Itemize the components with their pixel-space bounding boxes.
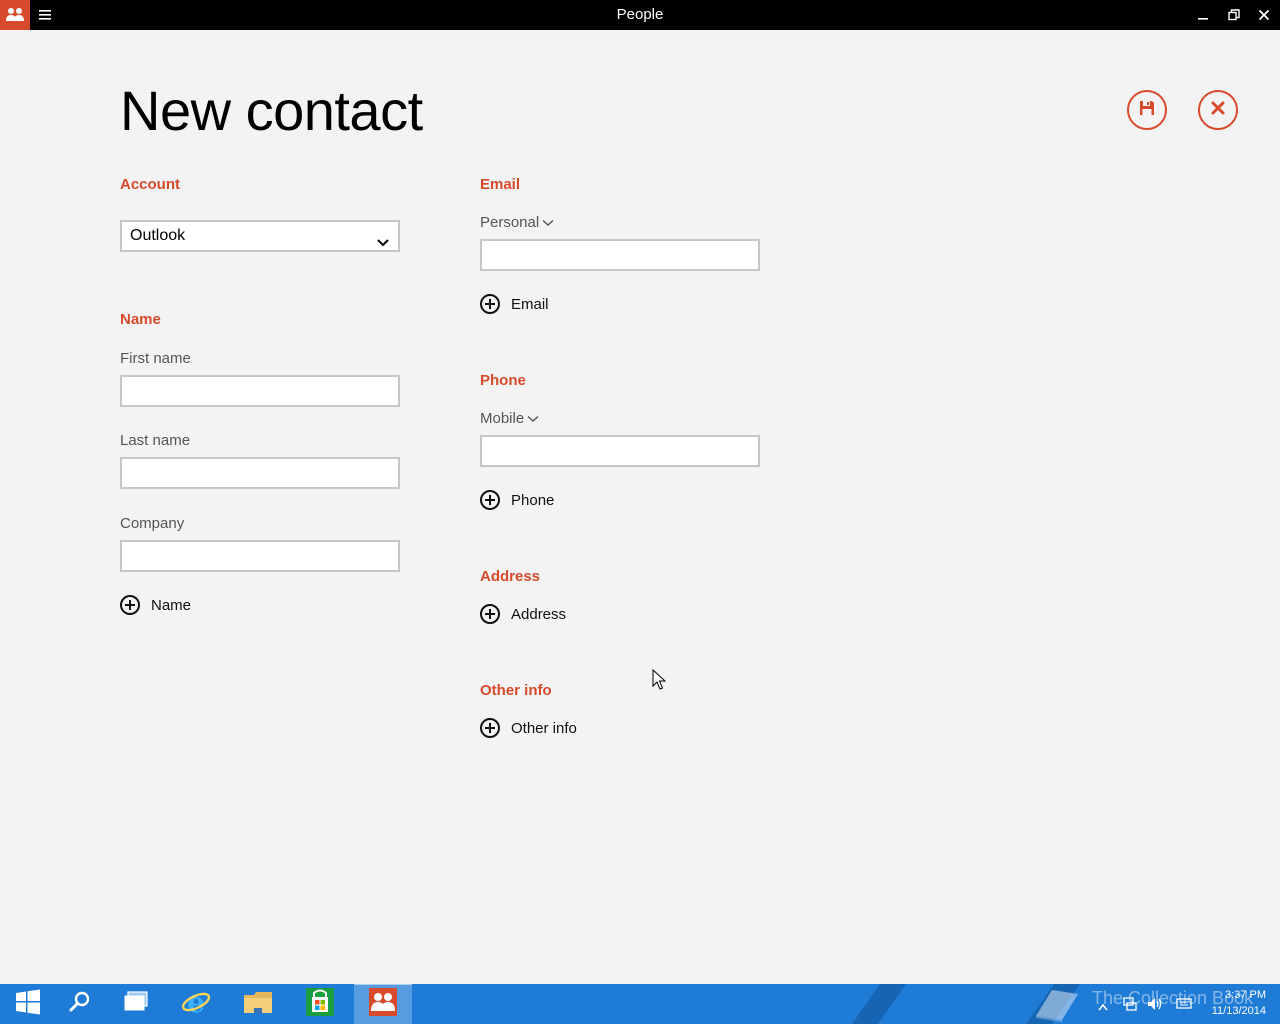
cancel-button[interactable] [1198,90,1238,130]
add-email-button[interactable]: Email [480,294,549,314]
page-title: New contact [120,79,423,142]
close-icon [1210,100,1226,121]
chevron-down-icon [527,410,539,427]
company-field[interactable] [120,540,400,572]
company-label: Company [120,515,185,532]
close-window-button[interactable] [1248,0,1280,30]
email-section-label: Email [480,176,521,193]
chevron-down-icon [376,230,390,258]
account-select[interactable]: Outlook [120,220,400,252]
people-icon [0,0,30,30]
mouse-cursor-icon [652,668,667,696]
restore-button[interactable] [1218,0,1250,30]
account-select-value: Outlook [130,227,186,244]
add-circle-icon [120,595,140,615]
phone-type-label: Mobile [480,410,525,427]
add-other-info-button[interactable]: Other info [480,718,577,738]
people-icon [368,987,398,1022]
add-circle-icon [480,294,500,314]
clock[interactable]: 3:37 PM 11/13/2014 [1212,987,1266,1019]
save-icon [1138,99,1156,122]
phone-field[interactable] [480,435,760,467]
show-hidden-icons-icon[interactable] [1098,998,1108,1016]
file-explorer-button[interactable] [230,984,286,1024]
title-bar: People [0,0,1280,30]
internet-explorer-icon: e [181,986,211,1022]
folder-icon [243,989,273,1020]
address-section-label: Address [480,568,541,585]
windows-logo-icon [15,989,41,1020]
search-button[interactable] [52,984,108,1024]
add-phone-button[interactable]: Phone [480,490,554,510]
add-circle-icon [480,718,500,738]
add-address-label: Address [511,605,567,623]
add-circle-icon [480,604,500,624]
book-logo-icon [1032,986,1082,1024]
clock-time: 3:37 PM [1225,989,1266,1001]
add-phone-label: Phone [511,491,555,509]
decorative-stripe [851,984,907,1024]
search-icon [68,990,92,1019]
store-icon [305,987,335,1022]
clock-date: 11/13/2014 [1211,1005,1266,1017]
account-section-label: Account [120,176,180,193]
volume-icon[interactable] [1146,996,1164,1017]
internet-explorer-button[interactable]: e [168,984,224,1024]
email-type-label: Personal [480,214,540,231]
first-name-label: First name [120,350,191,367]
start-button[interactable] [0,984,56,1024]
add-email-label: Email [511,295,549,313]
email-field[interactable] [480,239,760,271]
first-name-field[interactable] [120,375,400,407]
chevron-down-icon [542,214,554,231]
store-button[interactable] [292,984,348,1024]
network-icon[interactable] [1122,996,1138,1017]
add-address-button[interactable]: Address [480,604,566,624]
window-title: People [616,6,664,23]
system-tray: The Collection Book 3:37 PM 11/13/2014 [1020,984,1280,1024]
task-view-icon [123,990,149,1018]
email-type-dropdown[interactable]: Personal [480,214,554,231]
add-name-label: Name [151,596,192,614]
add-name-button[interactable]: Name [120,595,191,615]
add-circle-icon [480,490,500,510]
other-info-section-label: Other info [480,682,552,699]
last-name-field[interactable] [120,457,400,489]
save-button[interactable] [1127,90,1167,130]
last-name-label: Last name [120,432,191,449]
minimize-button[interactable] [1187,0,1219,30]
phone-type-dropdown[interactable]: Mobile [480,410,539,427]
name-section-label: Name [120,311,161,328]
phone-section-label: Phone [480,372,526,389]
svg-text:e: e [187,987,205,1017]
hamburger-icon[interactable] [30,0,60,30]
add-other-info-label: Other info [511,719,577,737]
people-taskbar-button[interactable] [354,984,412,1024]
task-view-button[interactable] [108,984,164,1024]
keyboard-icon[interactable] [1176,996,1192,1015]
taskbar: e The Collection Book 3:37 PM 11/13/2014 [0,984,1280,1024]
